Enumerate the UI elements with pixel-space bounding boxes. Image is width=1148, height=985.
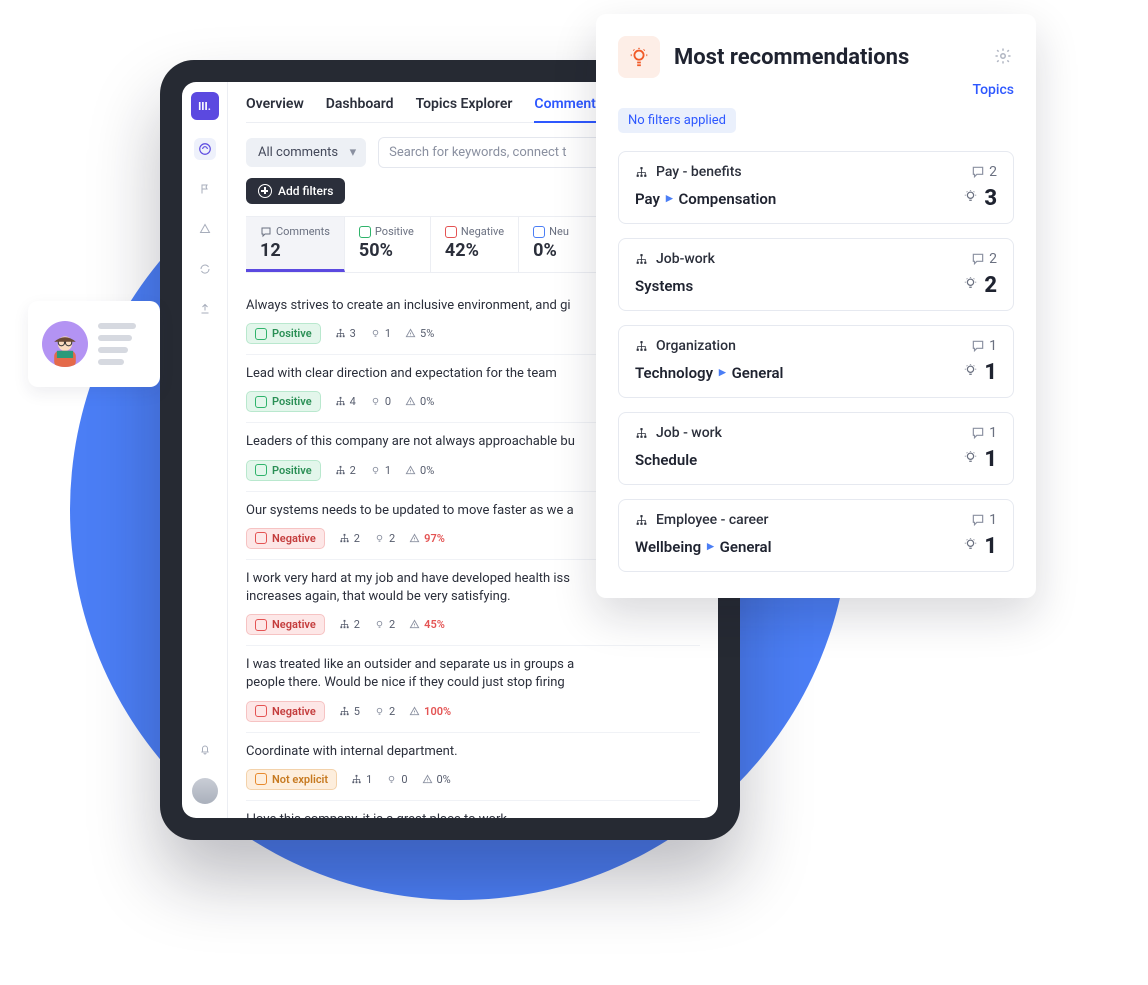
topics-link[interactable]: Topics [618,82,1014,98]
comment-row[interactable]: I love this company, it is a great place… [246,801,700,818]
no-filters-badge[interactable]: No filters applied [618,108,736,133]
avatar-illustration [42,321,88,367]
comment-row[interactable]: Coordinate with internal department. Not… [246,733,700,801]
tab-comments[interactable]: Comments [534,96,603,123]
nav-bell-icon[interactable] [194,738,216,760]
nav-refresh-icon[interactable] [194,258,216,280]
stat-positive[interactable]: Positive50% [345,217,431,272]
nav-upload-icon[interactable] [194,298,216,320]
tab-topics-explorer[interactable]: Topics Explorer [416,96,513,112]
stat-neu[interactable]: Neu0% [519,217,605,272]
all-comments-dropdown[interactable]: All comments [246,138,366,167]
recommendation-item[interactable]: Employee - career 1 Wellbeing▸General1 [618,499,1014,572]
nav-dashboard-icon[interactable] [194,138,216,160]
add-filters-label: Add filters [278,184,333,198]
stat-negative[interactable]: Negative42% [431,217,519,272]
recommendation-item[interactable]: Job-work 2 Systems2 [618,238,1014,311]
nav-flag-icon[interactable] [194,178,216,200]
comment-row[interactable]: I was treated like an outsider and separ… [246,646,700,732]
tab-dashboard[interactable]: Dashboard [326,96,394,112]
avatar-badge-card [28,301,160,387]
lightbulb-icon [618,36,660,78]
recommendation-item[interactable]: Pay - benefits 2 Pay▸Compensation3 [618,151,1014,224]
sidebar: III. [182,82,228,818]
tab-overview[interactable]: Overview [246,96,304,112]
gear-icon[interactable] [994,47,1014,67]
app-logo[interactable]: III. [191,92,219,120]
recommendations-panel: Most recommendations Topics No filters a… [596,14,1036,598]
stat-comments[interactable]: Comments12 [246,217,345,272]
recommendation-item[interactable]: Organization 1 Technology▸General1 [618,325,1014,398]
panel-title: Most recommendations [674,45,909,70]
plus-icon [258,184,272,198]
add-filters-button[interactable]: Add filters [246,178,345,204]
recommendation-item[interactable]: Job - work 1 Schedule1 [618,412,1014,485]
nav-warn-icon[interactable] [194,218,216,240]
user-avatar[interactable] [192,778,218,804]
placeholder-lines [98,323,136,365]
